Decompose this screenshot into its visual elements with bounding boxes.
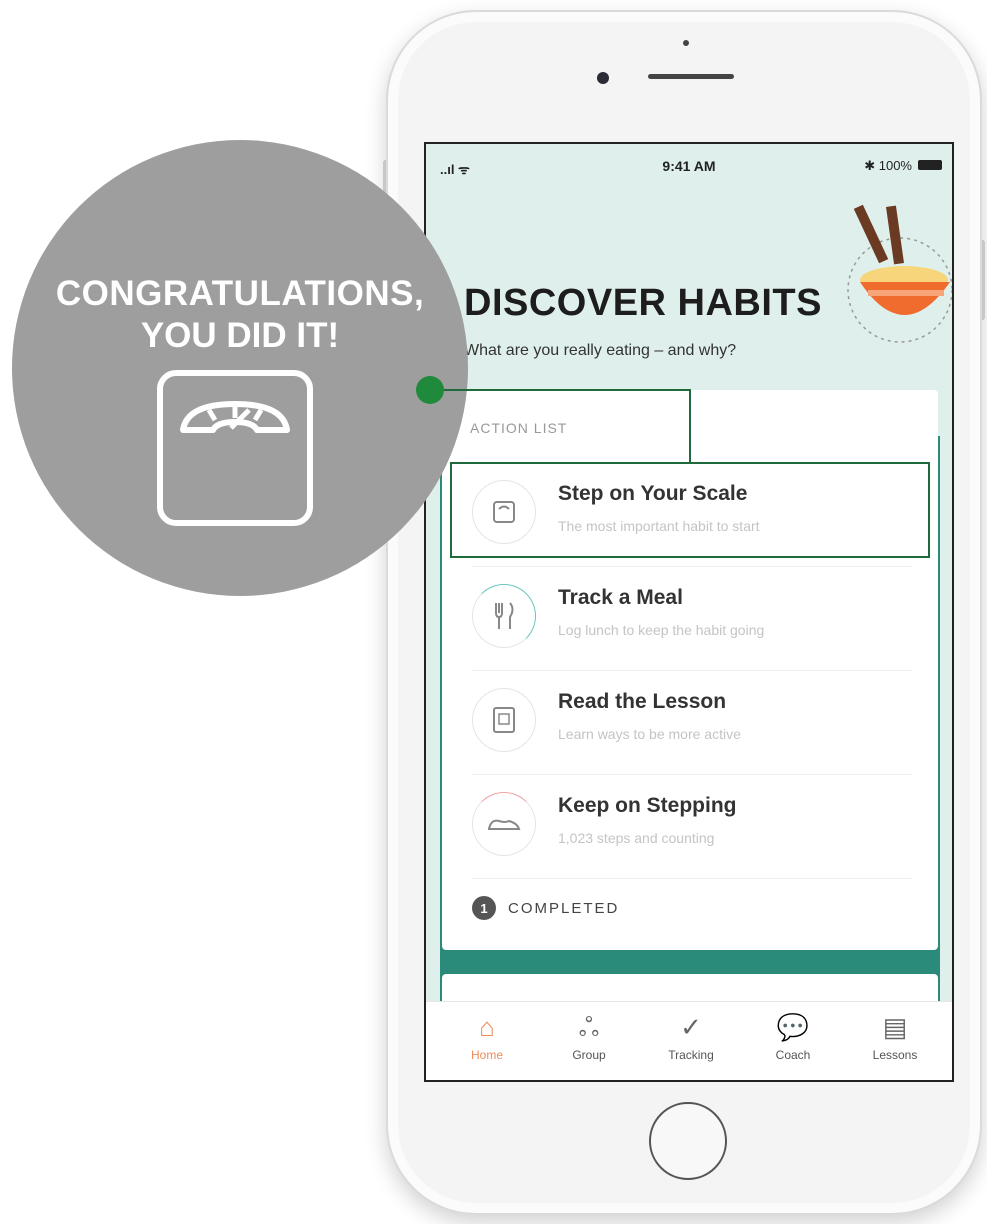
group-icon: ஃ [578,1012,600,1042]
battery-icon [918,160,942,170]
action-item-keep-stepping[interactable]: Keep on Stepping 1,023 steps and countin… [472,774,912,878]
tab-label: Home [470,1048,503,1062]
callout-dot [416,376,444,404]
tracking-icon: ✓ [680,1012,702,1042]
tab-home[interactable]: ⌂ Home [442,1010,532,1062]
page-title: DISCOVER HABITS [464,282,822,324]
action-item-track-meal[interactable]: Track a Meal Log lunch to keep the habit… [472,566,912,670]
action-list-label: ACTION LIST [470,420,568,436]
bathroom-scale-icon [157,370,313,526]
home-button[interactable] [649,1102,727,1180]
earpiece-speaker [648,74,734,79]
highlight-box [450,462,930,558]
home-icon: ⌂ [479,1012,495,1042]
noodle-bowl-icon [847,204,952,343]
tab-coach[interactable]: 💬 Coach [748,1010,838,1062]
front-camera [597,72,609,84]
battery-percent: ✱ 100% [864,158,912,173]
tab-label: Lessons [872,1048,918,1062]
tab-label: Group [572,1048,606,1062]
action-item-subtitle: Log lunch to keep the habit going [558,622,765,638]
action-item-title: Read the Lesson [558,690,727,713]
app-screen: ..ıl ᯤ 9:41 AM ✱ 100% DISCOVER HABITS Wh… [424,142,954,1082]
congrats-text-layer: CONGRATULATIONS, YOU DID IT! [0,140,480,596]
divider [472,878,912,879]
tab-label: Coach [775,1048,811,1062]
page-subtitle: What are you really eating – and why? [464,342,737,359]
shoe-icon [472,792,536,856]
proximity-sensor [683,40,689,46]
completed-label: COMPLETED [508,900,620,917]
action-item-title: Track a Meal [558,586,683,609]
tab-bar: ⌂ Home ஃ Group ✓ Tracking 💬 Coach ▤ Less… [426,1001,952,1080]
action-item-read-lesson[interactable]: Read the Lesson Learn ways to be more ac… [472,670,912,774]
book-icon [472,688,536,752]
utensils-icon [472,584,536,648]
congrats-heading-line2: YOU DID IT! [140,316,340,355]
lessons-icon: ▤ [882,1012,908,1042]
action-item-title: Keep on Stepping [558,794,737,817]
tab-lessons[interactable]: ▤ Lessons [850,1010,940,1062]
status-bar: ..ıl ᯤ 9:41 AM ✱ 100% [426,144,952,184]
tab-tracking[interactable]: ✓ Tracking [646,1010,736,1062]
action-item-subtitle: Learn ways to be more active [558,726,741,742]
connector-line-vertical [689,389,691,463]
action-item-subtitle: 1,023 steps and counting [558,830,715,846]
coach-icon: 💬 [776,1012,810,1042]
tab-group[interactable]: ஃ Group [544,1010,634,1062]
connector-line-horizontal [432,389,690,391]
tab-label: Tracking [668,1048,714,1062]
congrats-heading-line1: CONGRATULATIONS, [55,274,425,313]
completed-count-badge: 1 [472,896,496,920]
